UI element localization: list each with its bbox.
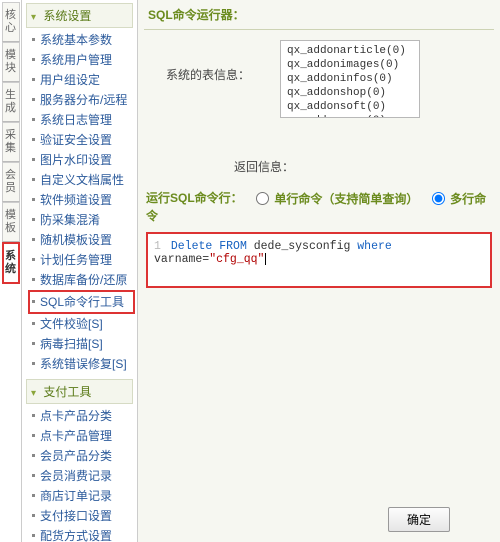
menu-item-sql-tool[interactable]: SQL命令行工具 <box>28 290 135 314</box>
tables-label: 系统的表信息： <box>148 40 268 118</box>
main-panel: SQL命令运行器： 系统的表信息： qx_addonarticle(0) qx_… <box>138 0 500 542</box>
menu-item[interactable]: 系统日志管理 <box>30 110 135 130</box>
vtab-core[interactable]: 核心 <box>2 2 20 42</box>
text-cursor <box>265 253 266 265</box>
menu-item[interactable]: 会员产品分类 <box>30 446 135 466</box>
menu-item[interactable]: 软件频道设置 <box>30 190 135 210</box>
vtab-template[interactable]: 模板 <box>2 202 20 242</box>
menu-item[interactable]: 数据库备份/还原 <box>30 270 135 290</box>
menu-item[interactable]: 图片水印设置 <box>30 150 135 170</box>
table-row[interactable]: qx_addonarticle(0) <box>287 44 413 58</box>
panel-title: SQL命令运行器： <box>144 4 494 30</box>
kw-where: where <box>357 240 392 253</box>
menu-system: 系统基本参数 系统用户管理 用户组设定 服务器分布/远程 系统日志管理 验证安全… <box>22 30 137 376</box>
vtab-system[interactable]: 系统 <box>2 242 20 284</box>
line-number: 1 <box>154 240 164 253</box>
group-header-payment[interactable]: ▾ 支付工具 <box>26 379 133 404</box>
menu-item[interactable]: 系统错误修复[S] <box>30 354 135 374</box>
chevron-down-icon: ▾ <box>31 388 36 399</box>
vtab-collect[interactable]: 采集 <box>2 122 20 162</box>
table-row[interactable]: qx_addonspec(0) <box>287 114 413 118</box>
sql-cond-rhs: "cfg_qq" <box>209 253 264 266</box>
menu-item[interactable]: 商店订单记录 <box>30 486 135 506</box>
menu-item[interactable]: 计划任务管理 <box>30 250 135 270</box>
radio-multi[interactable] <box>432 192 445 205</box>
menu-item[interactable]: 服务器分布/远程 <box>30 90 135 110</box>
sql-table: dede_sysconfig <box>254 240 351 253</box>
table-row[interactable]: qx_addonshop(0) <box>287 86 413 100</box>
chevron-down-icon: ▾ <box>31 12 36 23</box>
vtab-generate[interactable]: 生成 <box>2 82 20 122</box>
menu-item[interactable]: 自定义文档属性 <box>30 170 135 190</box>
run-row: 运行SQL命令行： 单行命令（支持简单查询） 多行命令 <box>144 185 494 228</box>
menu-item[interactable]: 会员消费记录 <box>30 466 135 486</box>
menu-item[interactable]: 随机模板设置 <box>30 230 135 250</box>
return-label: 返回信息： <box>144 128 494 185</box>
group-title: 系统设置 <box>43 9 91 23</box>
menu-item[interactable]: 用户组设定 <box>30 70 135 90</box>
menu-item[interactable]: 配货方式设置 <box>30 526 135 542</box>
sql-textarea[interactable]: 1 Delete FROM dede_sysconfig where varna… <box>146 232 492 288</box>
menu-item[interactable]: 文件校验[S] <box>30 314 135 334</box>
menu-item[interactable]: 病毒扫描[S] <box>30 334 135 354</box>
sql-cond-lhs: varname= <box>154 253 209 266</box>
menu-item[interactable]: 点卡产品分类 <box>30 406 135 426</box>
table-row[interactable]: qx_addoninfos(0) <box>287 72 413 86</box>
vtab-member[interactable]: 会员 <box>2 162 20 202</box>
table-row[interactable]: qx_addonimages(0) <box>287 58 413 72</box>
vtab-module[interactable]: 模块 <box>2 42 20 82</box>
submit-button[interactable]: 确定 <box>388 507 450 532</box>
kw-delete: Delete <box>171 240 212 253</box>
menu-item[interactable]: 点卡产品管理 <box>30 426 135 446</box>
menu-item[interactable]: 防采集混淆 <box>30 210 135 230</box>
sidebar: ▾ 系统设置 系统基本参数 系统用户管理 用户组设定 服务器分布/远程 系统日志… <box>22 0 138 542</box>
vertical-tabs: 核心 模块 生成 采集 会员 模板 系统 <box>0 0 22 542</box>
radio-single[interactable] <box>256 192 269 205</box>
menu-item[interactable]: 验证安全设置 <box>30 130 135 150</box>
group-header-system[interactable]: ▾ 系统设置 <box>26 3 133 28</box>
menu-payment: 点卡产品分类 点卡产品管理 会员产品分类 会员消费记录 商店订单记录 支付接口设… <box>22 406 137 542</box>
menu-item[interactable]: 系统用户管理 <box>30 50 135 70</box>
kw-from: FROM <box>219 240 247 253</box>
radio-single-label: 单行命令（支持简单查询） <box>274 192 418 206</box>
run-label: 运行SQL命令行： <box>146 191 243 205</box>
table-row[interactable]: qx_addonsoft(0) <box>287 100 413 114</box>
menu-item[interactable]: 系统基本参数 <box>30 30 135 50</box>
tables-listbox[interactable]: qx_addonarticle(0) qx_addonimages(0) qx_… <box>280 40 420 118</box>
group-title: 支付工具 <box>43 385 91 399</box>
menu-item[interactable]: 支付接口设置 <box>30 506 135 526</box>
